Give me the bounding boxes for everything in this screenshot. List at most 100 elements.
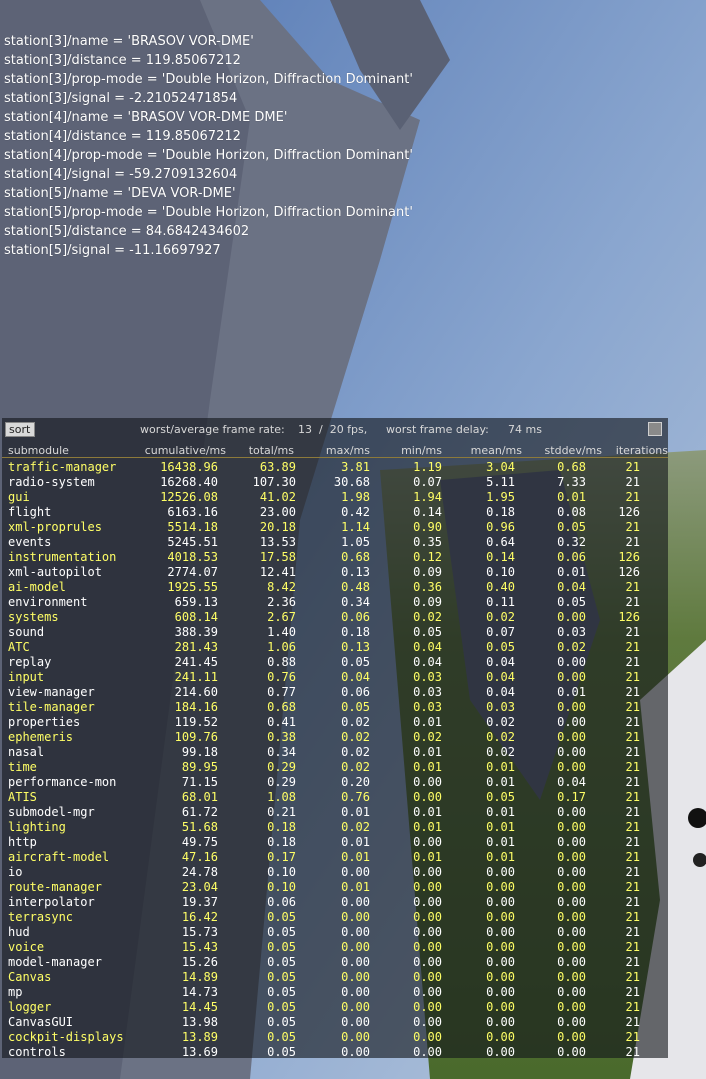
total-cell: 0.05 — [267, 910, 296, 924]
mean-cell: 0.01 — [486, 835, 515, 849]
table-row: CanvasGUI 13.98 0.05 0.00 0.00 0.00 0.00 21 — [2, 1015, 668, 1030]
col-stddev[interactable]: stddev/ms — [545, 444, 602, 457]
stddev-cell: 0.00 — [557, 745, 586, 759]
max-cell: 0.00 — [341, 1000, 370, 1014]
table-row: ATC 281.43 1.06 0.13 0.04 0.05 0.02 21 — [2, 640, 668, 655]
min-cell: 1.19 — [413, 460, 442, 474]
table-row: terrasync 16.42 0.05 0.00 0.00 0.00 0.00 21 — [2, 910, 668, 925]
min-cell: 0.09 — [413, 595, 442, 609]
total-cell: 0.05 — [267, 970, 296, 984]
max-cell: 0.00 — [341, 1045, 370, 1059]
table-row: sound 388.39 1.40 0.18 0.05 0.07 0.03 21 — [2, 625, 668, 640]
column-headers: submodule cumulative/ms total/ms max/ms … — [2, 442, 668, 458]
col-iterations[interactable]: iterations — [616, 444, 668, 457]
property-line: station[3]/name = 'BRASOV VOR-DME' — [4, 34, 254, 49]
min-cell: 0.00 — [413, 865, 442, 879]
max-cell: 0.00 — [341, 985, 370, 999]
iterations-cell: 21 — [625, 835, 640, 849]
table-row: mp 14.73 0.05 0.00 0.00 0.00 0.00 21 — [2, 985, 668, 1000]
max-cell: 0.04 — [341, 670, 370, 684]
cumulative-cell: 14.45 — [181, 1000, 218, 1014]
submodule-cell: CanvasGUI — [8, 1015, 74, 1029]
max-cell: 0.68 — [341, 550, 370, 564]
iterations-cell: 126 — [618, 610, 640, 624]
mean-cell: 0.01 — [486, 820, 515, 834]
close-icon[interactable] — [648, 422, 662, 436]
min-cell: 0.14 — [413, 505, 442, 519]
max-cell: 0.00 — [341, 895, 370, 909]
cumulative-cell: 4018.53 — [167, 550, 218, 564]
table-row: lighting 51.68 0.18 0.02 0.01 0.01 0.00 21 — [2, 820, 668, 835]
cumulative-cell: 214.60 — [174, 685, 218, 699]
cumulative-cell: 109.76 — [174, 730, 218, 744]
max-cell: 0.02 — [341, 820, 370, 834]
total-cell: 8.42 — [267, 580, 296, 594]
sort-button[interactable]: sort — [5, 422, 35, 437]
col-cumulative[interactable]: cumulative/ms — [145, 444, 226, 457]
col-max[interactable]: max/ms — [326, 444, 370, 457]
max-cell: 0.48 — [341, 580, 370, 594]
stddev-cell: 0.01 — [557, 685, 586, 699]
table-row: systems 608.14 2.67 0.06 0.02 0.02 0.00 126 — [2, 610, 668, 625]
mean-cell: 0.00 — [486, 895, 515, 909]
iterations-cell: 21 — [625, 520, 640, 534]
table-row: ATIS 68.01 1.08 0.76 0.00 0.05 0.17 21 — [2, 790, 668, 805]
stddev-cell: 0.05 — [557, 595, 586, 609]
min-cell: 0.00 — [413, 1000, 442, 1014]
table-row: hud 15.73 0.05 0.00 0.00 0.00 0.00 21 — [2, 925, 668, 940]
iterations-cell: 126 — [618, 565, 640, 579]
col-min[interactable]: min/ms — [401, 444, 442, 457]
min-cell: 0.00 — [413, 1030, 442, 1044]
mean-cell: 3.04 — [486, 460, 515, 474]
max-cell: 0.00 — [341, 970, 370, 984]
submodule-cell: mp — [8, 985, 23, 999]
mean-cell: 0.04 — [486, 655, 515, 669]
table-row: properties 119.52 0.41 0.02 0.01 0.02 0.00 21 — [2, 715, 668, 730]
total-cell: 0.05 — [267, 925, 296, 939]
mean-cell: 0.07 — [486, 625, 515, 639]
max-cell: 0.00 — [341, 940, 370, 954]
cumulative-cell: 16268.40 — [160, 475, 218, 489]
col-mean[interactable]: mean/ms — [471, 444, 522, 457]
submodule-cell: properties — [8, 715, 81, 729]
iterations-cell: 21 — [625, 970, 640, 984]
cumulative-cell: 281.43 — [174, 640, 218, 654]
iterations-cell: 21 — [625, 670, 640, 684]
max-cell: 1.98 — [341, 490, 370, 504]
total-cell: 0.18 — [267, 835, 296, 849]
cumulative-cell: 23.04 — [181, 880, 218, 894]
total-cell: 0.34 — [267, 745, 296, 759]
submodule-cell: traffic-manager — [8, 460, 117, 474]
submodule-cell: lighting — [8, 820, 66, 834]
cumulative-cell: 68.01 — [181, 790, 218, 804]
table-row: route-manager 23.04 0.10 0.01 0.00 0.00 0.00 21 — [2, 880, 668, 895]
col-total[interactable]: total/ms — [249, 444, 294, 457]
mean-cell: 0.00 — [486, 1015, 515, 1029]
total-cell: 13.53 — [259, 535, 296, 549]
stddev-cell: 0.02 — [557, 640, 586, 654]
table-row: performance-mon 71.15 0.29 0.20 0.00 0.01 0.04… — [2, 775, 668, 790]
property-line: station[5]/name = 'DEVA VOR-DME' — [4, 186, 236, 201]
total-cell: 1.08 — [267, 790, 296, 804]
iterations-cell: 21 — [625, 865, 640, 879]
min-cell: 1.94 — [413, 490, 442, 504]
total-cell: 0.06 — [267, 895, 296, 909]
cumulative-cell: 16438.96 — [160, 460, 218, 474]
table-row: gui 12526.08 41.02 1.98 1.94 1.95 0.01 21 — [2, 490, 668, 505]
min-cell: 0.00 — [413, 925, 442, 939]
submodule-cell: http — [8, 835, 37, 849]
submodule-cell: performance-mon — [8, 775, 117, 789]
min-cell: 0.00 — [413, 775, 442, 789]
stddev-cell: 0.00 — [557, 850, 586, 864]
min-cell: 0.00 — [413, 955, 442, 969]
submodule-cell: sound — [8, 625, 45, 639]
iterations-cell: 21 — [625, 820, 640, 834]
stddev-cell: 0.17 — [557, 790, 586, 804]
cumulative-cell: 119.52 — [174, 715, 218, 729]
col-submodule[interactable]: submodule — [8, 444, 69, 457]
mean-cell: 0.04 — [486, 685, 515, 699]
table-row: aircraft-model 47.16 0.17 0.01 0.01 0.01 0.00 2… — [2, 850, 668, 865]
min-cell: 0.03 — [413, 670, 442, 684]
frame-delay-label: worst frame delay: — [386, 423, 489, 436]
mean-cell: 0.00 — [486, 925, 515, 939]
